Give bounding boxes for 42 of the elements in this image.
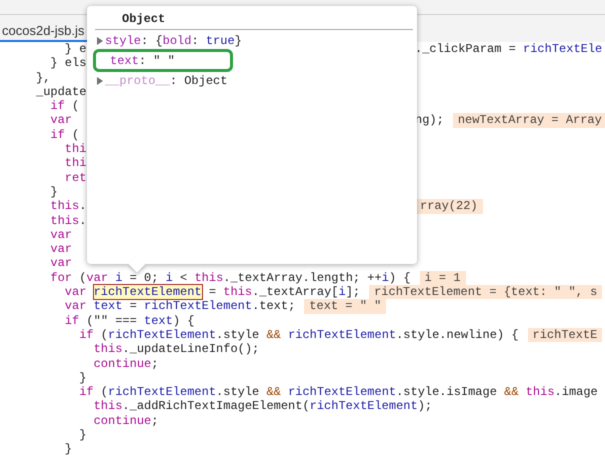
inline-value: newTextArray = Array [452,113,605,128]
code-line: var richTextElement = this._textArray[i]; [64,285,360,300]
code-line: _update [36,84,86,100]
inline-value: text = " " [304,299,386,314]
code-line: if ( [49,128,80,142]
code-line: thi [64,142,86,156]
code-line: }, [36,70,50,85]
code-line: this._addRichTextImageElement(richTextElement); [92,399,432,414]
code-line: } [78,428,86,442]
code-line: thi [64,156,86,171]
code-line: this._updateLineInfo(); [92,342,260,357]
code-line: continue; [92,414,158,428]
popover-title: Object [122,12,166,26]
code-line: } els [49,56,86,71]
code-line: var text = richTextElement.text; [64,299,296,314]
code-line: } [64,442,72,457]
inline-value: richTextE [528,328,602,342]
inline-value: rray(22) [415,199,483,214]
code-line: continue; [92,356,158,371]
code-line: ._clickParam = richTextEle [415,42,602,56]
code-line: } [49,184,58,200]
code-line: ret [64,170,86,185]
code-line: if (richTextElement.style && richTextElement.style.isImage && this.image [78,385,598,400]
code-line: if (richTextElement.style && richTextElement.style.newline) { [78,328,519,342]
code-line: if ( [49,99,80,114]
code-line: var [49,242,72,256]
code-line: this. [49,214,86,228]
expand-icon[interactable] [96,76,104,84]
code-line: } e [64,42,86,56]
code-line: var [49,228,72,242]
code-line: var [49,113,72,128]
inline-value: richTextElement = {text: " ", s [369,285,602,300]
code-line: if ("" === text) { [64,314,194,328]
code-line: this. [49,199,86,214]
code-line: var [49,256,72,271]
code-line: } [78,370,86,386]
property-entry: style: {bold: true} [105,32,242,50]
property-entry: text: " " [110,52,175,70]
expand-icon[interactable] [96,36,104,44]
inline-value: i = 1 [420,270,466,286]
code-line: for (var i = 0; i < this._textArray.length; ++i) { [49,270,411,286]
property-entry: __proto__: Object [105,72,228,90]
